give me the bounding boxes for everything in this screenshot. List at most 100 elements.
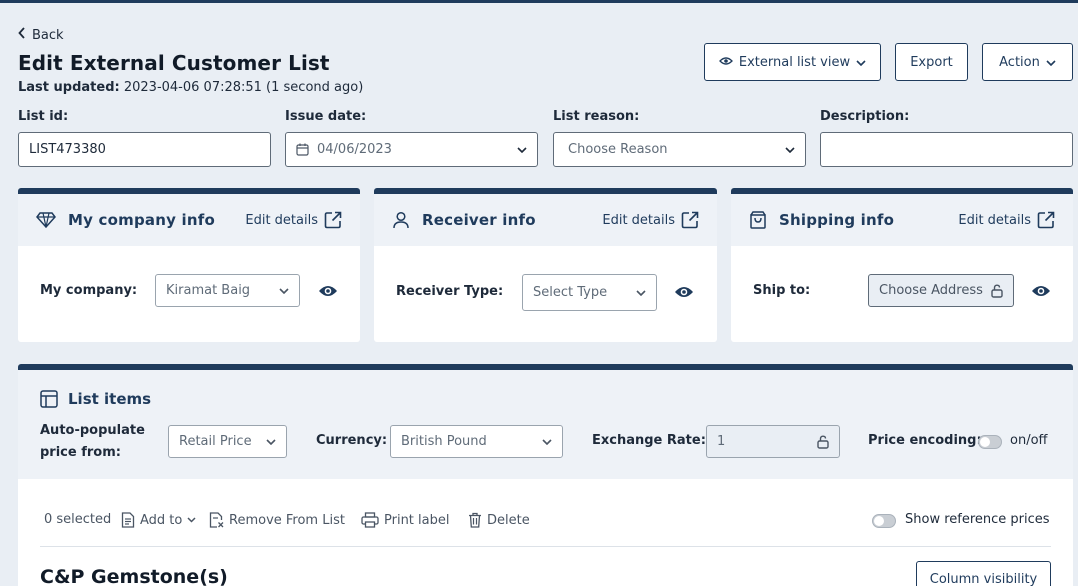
diamond-icon (36, 212, 56, 228)
user-icon (392, 211, 410, 229)
eye-icon (718, 55, 733, 70)
receiver-card-title: Receiver info (422, 211, 536, 229)
chevron-down-icon (517, 146, 527, 153)
printer-icon (361, 512, 379, 528)
export-label: Export (910, 54, 953, 70)
shipping-eye-icon[interactable] (1031, 284, 1051, 302)
list-id-input[interactable]: LIST473380 (18, 132, 271, 167)
price-encoding-state: on/off (1010, 433, 1048, 448)
document-remove-icon (209, 512, 224, 528)
list-reason-select[interactable]: Choose Reason (553, 132, 806, 167)
last-updated: Last updated: 2023-04-06 07:28:51 (1 sec… (18, 80, 363, 95)
shipping-info-card: Shipping info Edit details Ship to: Choo… (731, 188, 1073, 342)
unlock-icon (991, 283, 1003, 298)
list-items-header: List items Auto-populate price from: Ret… (18, 370, 1073, 479)
company-field-label: My company: (40, 283, 138, 298)
description-label: Description: (820, 109, 910, 124)
column-visibility-label: Column visibility (929, 571, 1038, 586)
toolbar-divider (40, 546, 1051, 547)
print-label-button[interactable]: Print label (361, 512, 449, 528)
shipping-card-header: Shipping info Edit details (731, 194, 1073, 246)
back-link[interactable]: Back (18, 27, 64, 43)
receiver-eye-icon[interactable] (674, 285, 694, 303)
issue-date-picker[interactable]: 04/06/2023 (285, 132, 538, 167)
page-title: Edit External Customer List (18, 51, 330, 75)
currency-label: Currency: (316, 433, 388, 448)
unlock-icon (817, 434, 829, 449)
company-edit-details[interactable]: Edit details (245, 211, 342, 229)
company-edit-label: Edit details (245, 212, 318, 228)
company-select-value: Kiramat Baig (166, 283, 251, 298)
currency-select[interactable]: British Pound (390, 425, 563, 458)
receiver-type-value: Select Type (533, 285, 608, 300)
autopopulate-label-line2: price from: (40, 445, 121, 460)
exchange-rate-input[interactable]: 1 (706, 425, 840, 458)
selected-count: 0 selected (44, 512, 111, 527)
external-link-icon (681, 211, 699, 229)
shipping-card-title: Shipping info (779, 211, 895, 229)
chevron-down-icon (187, 517, 196, 523)
receiver-info-card: Receiver info Edit details Receiver Type… (374, 188, 717, 342)
action-button[interactable]: Action (982, 43, 1073, 81)
last-updated-value: 2023-04-06 07:28:51 (1 second ago) (123, 80, 364, 95)
autopopulate-select[interactable]: Retail Price (168, 425, 287, 458)
list-items-title-row: List items (40, 390, 151, 408)
chevron-down-icon (266, 438, 276, 445)
show-reference-prices-toggle[interactable] (872, 514, 896, 528)
chevron-down-icon (279, 287, 289, 294)
chevron-down-icon (636, 289, 646, 296)
chevron-down-icon (1046, 55, 1056, 70)
delete-button[interactable]: Delete (468, 512, 530, 528)
description-input[interactable] (820, 132, 1073, 167)
list-id-value: LIST473380 (29, 142, 106, 157)
list-items-panel: List items Auto-populate price from: Ret… (18, 364, 1073, 586)
remove-from-list-label: Remove From List (229, 512, 345, 528)
price-encoding-toggle[interactable] (978, 435, 1002, 449)
shipping-edit-details[interactable]: Edit details (958, 211, 1055, 229)
autopopulate-label: Auto-populate price from: (40, 420, 145, 464)
company-info-card: My company info Edit details My company:… (18, 188, 360, 342)
chevron-down-icon (785, 146, 795, 153)
external-list-view-button[interactable]: External list view (704, 43, 881, 81)
receiver-field-label: Receiver Type: (396, 284, 504, 299)
shopping-bag-icon (749, 211, 767, 229)
issue-date-label: Issue date: (285, 109, 367, 124)
list-reason-placeholder: Choose Reason (568, 142, 668, 157)
issue-date-value: 04/06/2023 (317, 142, 392, 157)
calendar-icon (296, 143, 309, 156)
show-reference-prices-label: Show reference prices (905, 512, 1050, 527)
add-to-label: Add to (140, 512, 183, 528)
ship-to-value: Choose Address (879, 283, 983, 298)
remove-from-list-button[interactable]: Remove From List (209, 512, 345, 528)
back-label: Back (32, 27, 64, 43)
section-title: C&P Gemstone(s) (40, 566, 228, 586)
receiver-card-header: Receiver info Edit details (374, 194, 717, 246)
column-visibility-button[interactable]: Column visibility (916, 561, 1051, 586)
list-reason-label: List reason: (553, 109, 640, 124)
shipping-edit-label: Edit details (958, 212, 1031, 228)
receiver-edit-details[interactable]: Edit details (602, 211, 699, 229)
shipping-field-label: Ship to: (753, 283, 811, 298)
add-to-button[interactable]: Add to (121, 512, 196, 528)
external-link-icon (324, 211, 342, 229)
autopopulate-label-line1: Auto-populate (40, 423, 145, 438)
chevron-down-icon (542, 438, 552, 445)
list-items-title: List items (68, 390, 152, 408)
company-eye-icon[interactable] (318, 284, 338, 302)
show-reference-prices-text: Show reference prices (905, 512, 1050, 527)
chevron-left-icon (18, 27, 26, 43)
external-link-icon (1037, 211, 1055, 229)
print-label-text: Print label (384, 512, 450, 528)
ship-to-select[interactable]: Choose Address (868, 274, 1014, 307)
receiver-type-select[interactable]: Select Type (522, 274, 657, 311)
delete-label: Delete (487, 512, 530, 528)
autopopulate-value: Retail Price (179, 434, 252, 449)
selected-count-text: 0 selected (44, 512, 112, 527)
price-encoding-label: Price encoding: (868, 433, 982, 448)
company-card-header: My company info Edit details (18, 194, 360, 246)
export-button[interactable]: Export (895, 43, 968, 81)
list-id-label: List id: (18, 109, 69, 124)
company-select[interactable]: Kiramat Baig (155, 274, 300, 307)
chevron-down-icon (856, 55, 866, 70)
document-icon (121, 512, 135, 528)
